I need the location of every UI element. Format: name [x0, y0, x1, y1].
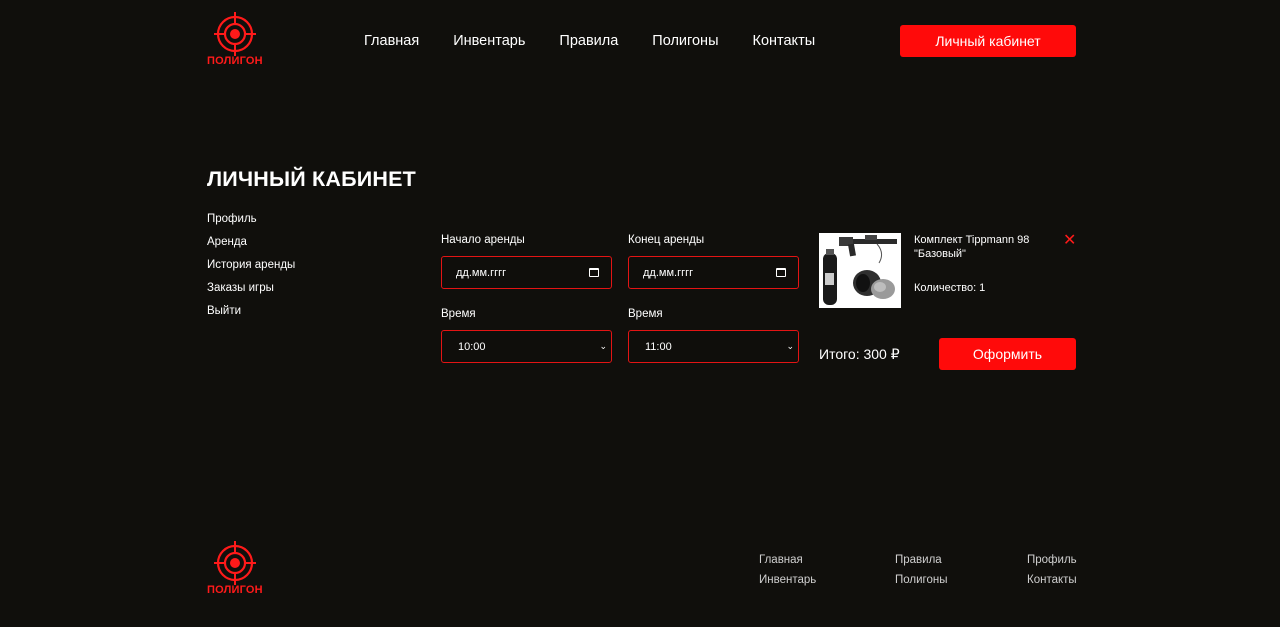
- footer-link-inventory[interactable]: Инвентарь: [759, 574, 816, 586]
- end-date-value: дд.мм.гггг: [643, 266, 694, 279]
- end-time-value: 11:00: [645, 340, 672, 353]
- menu-profile[interactable]: Профиль: [207, 212, 295, 226]
- calendar-icon[interactable]: [589, 268, 599, 277]
- product-image: [819, 233, 901, 308]
- start-date-input[interactable]: дд.мм.гггг: [441, 256, 612, 289]
- menu-rental[interactable]: Аренда: [207, 235, 295, 249]
- site-logo[interactable]: ПОЛИГОН: [207, 12, 263, 67]
- calendar-icon[interactable]: [776, 268, 786, 277]
- menu-logout[interactable]: Выйти: [207, 304, 295, 318]
- cart-total: Итого: 300 ₽: [819, 346, 900, 362]
- nav-polygons[interactable]: Полигоны: [652, 33, 718, 49]
- page-title: ЛИЧНЫЙ КАБИНЕТ: [207, 167, 417, 191]
- nav-contacts[interactable]: Контакты: [753, 33, 816, 49]
- end-date-input[interactable]: дд.мм.гггг: [628, 256, 799, 289]
- target-logo-icon: [213, 541, 256, 585]
- footer-link-profile[interactable]: Профиль: [1027, 554, 1077, 566]
- footer-logo[interactable]: ПОЛИГОН: [207, 541, 263, 596]
- footer-link-home[interactable]: Главная: [759, 554, 803, 566]
- start-time-label: Время: [441, 308, 476, 320]
- end-date-label: Конец аренды: [628, 234, 705, 246]
- end-time-select[interactable]: 11:00 ⌄: [628, 330, 799, 363]
- nav-rules[interactable]: Правила: [559, 33, 618, 49]
- close-icon[interactable]: ✕: [1063, 233, 1076, 249]
- nav-home[interactable]: Главная: [364, 33, 419, 49]
- footer-link-contacts[interactable]: Контакты: [1027, 574, 1077, 586]
- chevron-down-icon: ⌄: [599, 341, 607, 351]
- main-nav: Главная Инвентарь Правила Полигоны Конта…: [364, 33, 815, 49]
- end-time-label: Время: [628, 308, 663, 320]
- footer-link-rules[interactable]: Правила: [895, 554, 942, 566]
- cart-item-quantity: Количество: 1: [914, 282, 986, 294]
- target-logo-icon: [213, 12, 256, 56]
- personal-cabinet-button[interactable]: Личный кабинет: [900, 25, 1076, 57]
- footer-link-polygons[interactable]: Полигоны: [895, 574, 948, 586]
- start-date-value: дд.мм.гггг: [456, 266, 507, 279]
- start-date-label: Начало аренды: [441, 234, 525, 246]
- account-side-menu: Профиль Аренда История аренды Заказы игр…: [207, 212, 295, 318]
- start-time-value: 10:00: [458, 340, 486, 353]
- menu-game-orders[interactable]: Заказы игры: [207, 281, 295, 295]
- chevron-down-icon: ⌄: [786, 341, 794, 351]
- start-time-select[interactable]: 10:00 ⌄: [441, 330, 612, 363]
- menu-rental-history[interactable]: История аренды: [207, 258, 295, 272]
- logo-text: ПОЛИГОН: [207, 55, 263, 67]
- cart-item-name: Комплект Tippmann 98 "Базовый": [914, 234, 1030, 260]
- nav-inventory[interactable]: Инвентарь: [453, 33, 525, 49]
- logo-text: ПОЛИГОН: [207, 584, 263, 596]
- checkout-button[interactable]: Оформить: [939, 338, 1076, 370]
